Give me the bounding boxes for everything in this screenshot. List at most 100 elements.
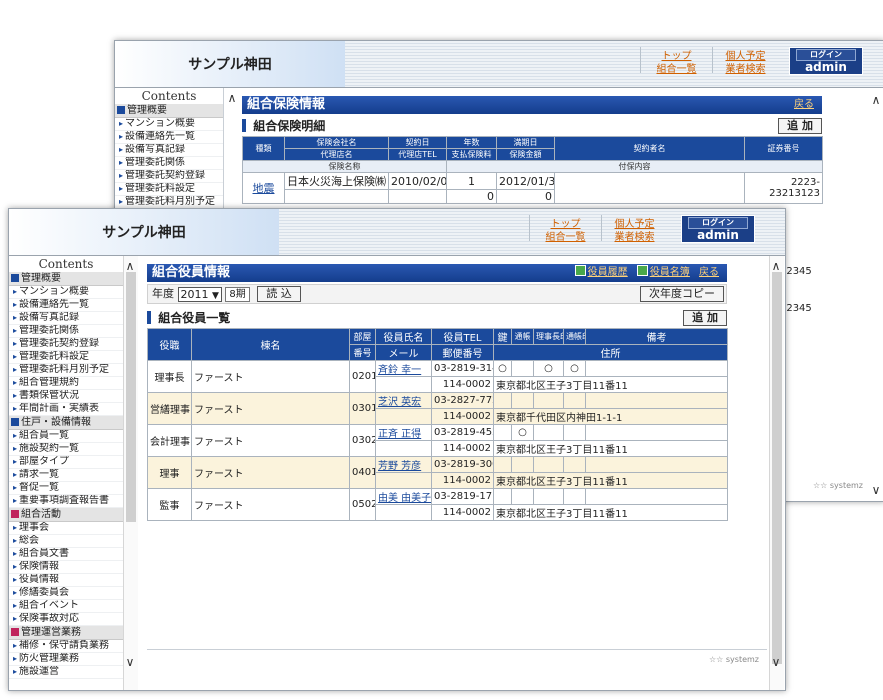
sidebar-item[interactable]: マンション概要 (9, 286, 123, 299)
sidebar-item[interactable]: 防火管理業務 (9, 653, 123, 666)
notify-cell (511, 392, 534, 409)
sidebar-item[interactable]: 管理委託契約登録 (9, 338, 123, 351)
col-notify: 通帳 (511, 328, 534, 345)
sidebar-item[interactable]: 組合イベント (9, 600, 123, 613)
tel-cell: 03-2819-3145 (431, 360, 494, 377)
add-button[interactable]: 追 加 (683, 310, 727, 326)
scroll-up-icon[interactable]: ∧ (869, 93, 883, 107)
sidebar-category[interactable]: 管理概要 (115, 104, 223, 118)
sidebar-item[interactable]: 設備写真記録 (9, 312, 123, 325)
nav-union-list-link[interactable]: 組合一覧 (529, 228, 601, 243)
sidebar-scroll-thumb[interactable] (126, 272, 136, 522)
login-box[interactable]: ログイン admin (789, 47, 863, 75)
sidebar-item[interactable]: 督促一覧 (9, 482, 123, 495)
footer-divider (147, 649, 767, 650)
officer-history-link[interactable]: 役員履歴 (574, 265, 628, 278)
nav-schedule-link[interactable]: 個人予定 (712, 47, 778, 62)
nav-vendor-search-link[interactable]: 業者検索 (601, 228, 667, 243)
sidebar-item[interactable]: 部屋タイプ (9, 456, 123, 469)
key-cell (493, 456, 512, 473)
address-cell: 東京都北区王子3丁目11番11 (493, 376, 728, 393)
sidebar-item[interactable]: マンション概要 (115, 118, 223, 131)
table-row: 営繕理事 ファースト 0301 芝沢 英宏 03-2827-7721 (147, 392, 728, 425)
col-address: 住所 (493, 344, 728, 361)
scroll-down-icon[interactable]: ∨ (869, 483, 883, 497)
sidebar-item[interactable]: 重要事項調査報告書 (9, 495, 123, 508)
mail-cell (375, 440, 432, 457)
sidebar-item[interactable]: 年間計画・実績表 (9, 403, 123, 416)
document-icon (574, 265, 586, 276)
add-button[interactable]: 追 加 (778, 118, 822, 134)
sidebar-title: Contents (38, 257, 94, 271)
back-link[interactable]: 戻る (699, 267, 719, 278)
section-title-text: 組合役員一覧 (158, 311, 231, 325)
scroll-up-icon[interactable]: ∧ (123, 259, 137, 273)
sidebar-item[interactable]: 管理委託関係 (115, 157, 223, 170)
officer-name-link[interactable]: 正斉 正得 (378, 429, 421, 440)
seal-chair-cell (533, 392, 564, 409)
sidebar-item[interactable]: 書類保管状況 (9, 390, 123, 403)
sidebar-category[interactable]: 管理概要 (9, 272, 123, 286)
sidebar-category[interactable]: 組合活動 (9, 508, 123, 522)
sidebar-category[interactable]: 管理運営業務 (9, 626, 123, 640)
years-cell: 1 (446, 172, 497, 190)
officer-name-link[interactable]: 斉鈴 幸一 (378, 365, 421, 376)
col-notes: 付保内容 (446, 160, 823, 173)
sidebar-item[interactable]: 補修・保守請負業務 (9, 640, 123, 653)
sidebar-category[interactable]: 住戸・設備情報 (9, 416, 123, 430)
sidebar-item[interactable]: 組合員文書 (9, 548, 123, 561)
mail-cell (375, 504, 432, 521)
back-link[interactable]: 戻る (794, 99, 814, 110)
sidebar-item[interactable]: 請求一覧 (9, 469, 123, 482)
sidebar-scrollbar[interactable] (123, 256, 138, 690)
nav-schedule-link[interactable]: 個人予定 (601, 215, 667, 230)
nav-union-list-link[interactable]: 組合一覧 (640, 60, 712, 75)
kind-link[interactable]: 地震 (253, 182, 275, 195)
main-scroll-thumb[interactable] (772, 272, 782, 664)
company-cell: 日本火災海上保険㈱ (284, 172, 389, 190)
sidebar-item[interactable]: 組合員一覧 (9, 430, 123, 443)
sidebar-item[interactable]: 施設契約一覧 (9, 443, 123, 456)
sidebar-item[interactable]: 保険事故対応 (9, 613, 123, 626)
sidebar-item[interactable]: 修繕委員会 (9, 587, 123, 600)
sidebar-item[interactable]: 保険情報 (9, 561, 123, 574)
scroll-down-icon[interactable]: ∨ (769, 655, 783, 669)
officer-roster-link[interactable]: 役員名簿 (636, 265, 690, 278)
sidebar-item[interactable]: 管理委託料設定 (9, 351, 123, 364)
sidebar-item[interactable]: 管理委託料設定 (115, 183, 223, 196)
sidebar-item[interactable]: 設備連絡先一覧 (115, 131, 223, 144)
col-tel: 役員TEL (431, 328, 494, 345)
scroll-up-icon[interactable]: ∧ (769, 259, 783, 273)
role-cell: 会計理事 (147, 424, 192, 457)
room-cell: 0302 (349, 424, 376, 457)
officer-name-link[interactable]: 芝沢 英宏 (378, 397, 421, 408)
year-select[interactable]: 2011 ▼ (177, 286, 222, 302)
sidebar-item[interactable]: 理事会 (9, 522, 123, 535)
sidebar-item[interactable]: 施設運営 (9, 666, 123, 679)
officer-name-link[interactable]: 由美 由美子 (378, 493, 431, 504)
seal-bank-cell (563, 392, 586, 409)
copy-next-year-button[interactable]: 次年度コピー (640, 286, 724, 302)
officer-name-link[interactable]: 芳野 芳彦 (378, 461, 421, 472)
notes-cell (585, 392, 728, 409)
sidebar-item[interactable]: 設備連絡先一覧 (9, 299, 123, 312)
sidebar-item[interactable]: 管理委託関係 (9, 325, 123, 338)
login-box[interactable]: ログイン admin (681, 215, 755, 243)
load-button[interactable]: 読 込 (257, 286, 301, 302)
agent-cell (284, 189, 389, 204)
term-input[interactable]: 8期 (225, 286, 250, 302)
nav-vendor-search-link[interactable]: 業者検索 (712, 60, 778, 75)
seal-bank-cell: ○ (563, 360, 586, 377)
main-scrollbar[interactable] (769, 256, 784, 690)
sidebar-item[interactable]: 設備写真記録 (115, 144, 223, 157)
scroll-down-icon[interactable]: ∨ (123, 655, 137, 669)
sidebar-item[interactable]: 管理委託料月別予定 (9, 364, 123, 377)
sidebar-item[interactable]: 組合管理規約 (9, 377, 123, 390)
officer-history-label: 役員履歴 (587, 267, 628, 278)
scroll-up-icon[interactable]: ∧ (225, 91, 239, 105)
nav-top-link[interactable]: トップ (529, 215, 601, 230)
nav-top-link[interactable]: トップ (640, 47, 712, 62)
sidebar-item[interactable]: 総会 (9, 535, 123, 548)
sidebar-item[interactable]: 管理委託契約登録 (115, 170, 223, 183)
sidebar-item[interactable]: 役員情報 (9, 574, 123, 587)
